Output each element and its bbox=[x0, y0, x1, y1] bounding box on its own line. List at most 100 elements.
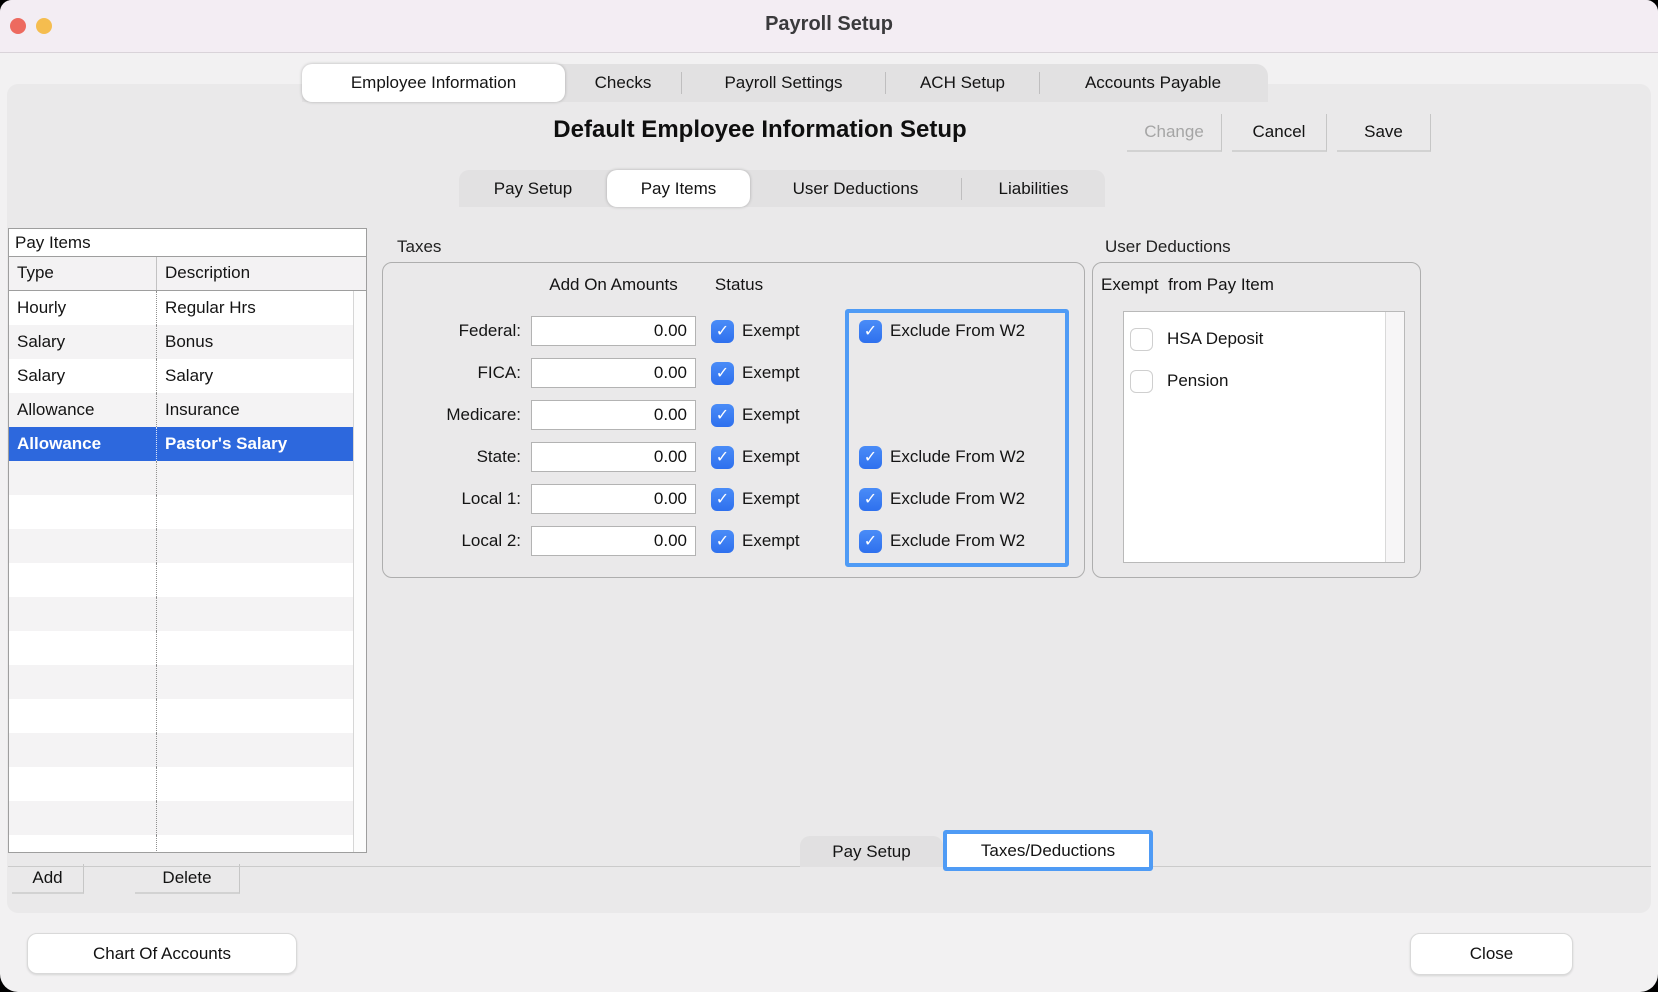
pension-checkbox[interactable] bbox=[1130, 370, 1153, 393]
exclude-w2-group: ✓ Exclude From W2 bbox=[859, 488, 1025, 511]
cancel-button[interactable]: Cancel bbox=[1232, 114, 1327, 152]
state-label: State: bbox=[383, 447, 531, 467]
local-1-label: Local 1: bbox=[383, 489, 531, 509]
user-deductions-panel: Exempt from Pay Item HSA Deposit Pension bbox=[1092, 262, 1421, 578]
column-header-type[interactable]: Type bbox=[9, 257, 156, 290]
sub-tab-bar: Pay SetupPay ItemsUser DeductionsLiabili… bbox=[459, 170, 1105, 207]
subtab-liabilities[interactable]: Liabilities bbox=[962, 170, 1105, 207]
local-2-amount-input[interactable] bbox=[531, 526, 696, 556]
table-row-empty bbox=[9, 665, 366, 699]
pay-items-table: Pay Items Type Description HourlyRegular… bbox=[8, 228, 367, 853]
subtab-pay-items[interactable]: Pay Items bbox=[607, 170, 750, 207]
federal-label: Federal: bbox=[383, 321, 531, 341]
add-button[interactable]: Add bbox=[12, 864, 84, 894]
exclude-w2-group: ✓ Exclude From W2 bbox=[859, 320, 1025, 343]
cell-description: Insurance bbox=[156, 393, 366, 427]
taxes-panel: Add On Amounts Status Federal: ✓ Exempt ✓ Ex… bbox=[382, 262, 1085, 578]
tax-row: Local 2:✓Exempt✓Exclude From W2 bbox=[383, 520, 1084, 562]
local-2-exclude-w2-checkbox[interactable]: ✓ bbox=[859, 530, 882, 553]
deduction-item-label: HSA Deposit bbox=[1167, 329, 1263, 349]
tax-row: FICA: ✓ Exempt bbox=[383, 352, 1084, 394]
table-row-empty bbox=[9, 631, 366, 665]
medicare-label: Medicare: bbox=[383, 405, 531, 425]
local-1-amount-input[interactable] bbox=[531, 484, 696, 514]
footer-tab-taxes-deductions[interactable]: Taxes/Deductions bbox=[943, 830, 1153, 871]
main-tab-bar: Employee InformationChecksPayroll Settin… bbox=[302, 64, 1268, 102]
status-header: Status bbox=[679, 275, 799, 295]
exclude-w2-checkbox-label: Exclude From W2 bbox=[890, 531, 1025, 551]
exclude-w2-group: ✓ Exclude From W2 bbox=[859, 446, 1025, 469]
federal-amount-input[interactable] bbox=[531, 316, 696, 346]
local-1-exclude-w2-checkbox[interactable]: ✓ bbox=[859, 488, 882, 511]
table-row[interactable]: SalarySalary bbox=[9, 359, 366, 393]
deduction-item: HSA Deposit bbox=[1124, 318, 1404, 360]
pay-items-title: Pay Items bbox=[8, 228, 367, 257]
medicare-amount-input[interactable] bbox=[531, 400, 696, 430]
cell-description: Salary bbox=[156, 359, 366, 393]
tax-row: Medicare:✓Exempt bbox=[383, 394, 1084, 436]
table-row[interactable]: AllowancePastor's Salary bbox=[9, 427, 366, 461]
exclude-w2-checkbox-label: Exclude From W2 bbox=[890, 447, 1025, 467]
hsa-deposit-checkbox[interactable] bbox=[1130, 328, 1153, 351]
subtab-user-deductions[interactable]: User Deductions bbox=[750, 170, 961, 207]
deduction-item-label: Pension bbox=[1167, 371, 1228, 391]
footer-tab-pay-setup[interactable]: Pay Setup bbox=[800, 836, 943, 867]
subtab-pay-setup[interactable]: Pay Setup bbox=[459, 170, 607, 207]
table-row[interactable]: SalaryBonus bbox=[9, 325, 366, 359]
federal-exempt-checkbox[interactable]: ✓ bbox=[711, 320, 734, 343]
exempt-checkbox-label: Exempt bbox=[742, 321, 800, 341]
exclude-w2-checkbox-label: Exclude From W2 bbox=[890, 321, 1025, 341]
close-button[interactable]: Close bbox=[1410, 933, 1573, 975]
add-on-amounts-header: Add On Amounts bbox=[531, 275, 696, 295]
cell-type: Salary bbox=[9, 325, 156, 359]
table-scrollbar[interactable] bbox=[353, 291, 366, 852]
column-header-description[interactable]: Description bbox=[156, 257, 366, 290]
title-bar: Payroll Setup bbox=[0, 0, 1658, 53]
exempt-checkbox-label: Exempt bbox=[742, 363, 800, 383]
tax-row: State: ✓ Exempt ✓ Exclude From W2 bbox=[383, 436, 1084, 478]
exempt-from-pay-item-label: Exempt from Pay Item bbox=[1101, 275, 1274, 295]
state-exclude-w2-checkbox[interactable]: ✓ bbox=[859, 446, 882, 469]
exempt-checkbox-label: Exempt bbox=[742, 489, 800, 509]
save-button[interactable]: Save bbox=[1337, 114, 1431, 152]
fica-label: FICA: bbox=[383, 363, 531, 383]
state-amount-input[interactable] bbox=[531, 442, 696, 472]
exclude-w2-checkbox-label: Exclude From W2 bbox=[890, 489, 1025, 509]
change-button[interactable]: Change bbox=[1127, 114, 1222, 152]
cell-description: Bonus bbox=[156, 325, 366, 359]
table-row-empty bbox=[9, 767, 366, 801]
cell-type: Allowance bbox=[9, 393, 156, 427]
tab-payroll-settings[interactable]: Payroll Settings bbox=[682, 64, 885, 102]
tax-row: Federal: ✓ Exempt ✓ Exclude From W2 bbox=[383, 310, 1084, 352]
local-2-exempt-checkbox[interactable]: ✓ bbox=[711, 530, 734, 553]
table-row-empty bbox=[9, 801, 366, 835]
tab-employee-information[interactable]: Employee Information bbox=[302, 64, 565, 102]
delete-button[interactable]: Delete bbox=[135, 864, 240, 894]
window-title: Payroll Setup bbox=[0, 13, 1658, 36]
deduction-item: Pension bbox=[1124, 360, 1404, 402]
header-actions: Change Cancel Save bbox=[1127, 114, 1431, 152]
table-row-empty bbox=[9, 733, 366, 767]
exclude-w2-group: ✓ Exclude From W2 bbox=[859, 530, 1025, 553]
list-scrollbar[interactable] bbox=[1385, 312, 1404, 562]
chart-of-accounts-button[interactable]: Chart Of Accounts bbox=[27, 933, 297, 974]
table-row[interactable]: HourlyRegular Hrs bbox=[9, 291, 366, 325]
local-1-exempt-checkbox[interactable]: ✓ bbox=[711, 488, 734, 511]
tab-accounts-payable[interactable]: Accounts Payable bbox=[1040, 64, 1266, 102]
local-2-label: Local 2: bbox=[383, 531, 531, 551]
medicare-exempt-checkbox[interactable]: ✓ bbox=[711, 404, 734, 427]
tab-ach-setup[interactable]: ACH Setup bbox=[886, 64, 1039, 102]
exempt-checkbox-label: Exempt bbox=[742, 447, 800, 467]
fica-exempt-checkbox[interactable]: ✓ bbox=[711, 362, 734, 385]
tab-checks[interactable]: Checks bbox=[565, 64, 681, 102]
fica-amount-input[interactable] bbox=[531, 358, 696, 388]
table-row[interactable]: AllowanceInsurance bbox=[9, 393, 366, 427]
user-deductions-label: User Deductions bbox=[1105, 237, 1231, 257]
federal-exclude-w2-checkbox[interactable]: ✓ bbox=[859, 320, 882, 343]
table-body: HourlyRegular HrsSalaryBonusSalarySalary… bbox=[8, 291, 367, 853]
cell-type: Salary bbox=[9, 359, 156, 393]
cell-description: Pastor's Salary bbox=[156, 427, 366, 461]
cell-type: Allowance bbox=[9, 427, 156, 461]
table-row-empty bbox=[9, 563, 366, 597]
state-exempt-checkbox[interactable]: ✓ bbox=[711, 446, 734, 469]
